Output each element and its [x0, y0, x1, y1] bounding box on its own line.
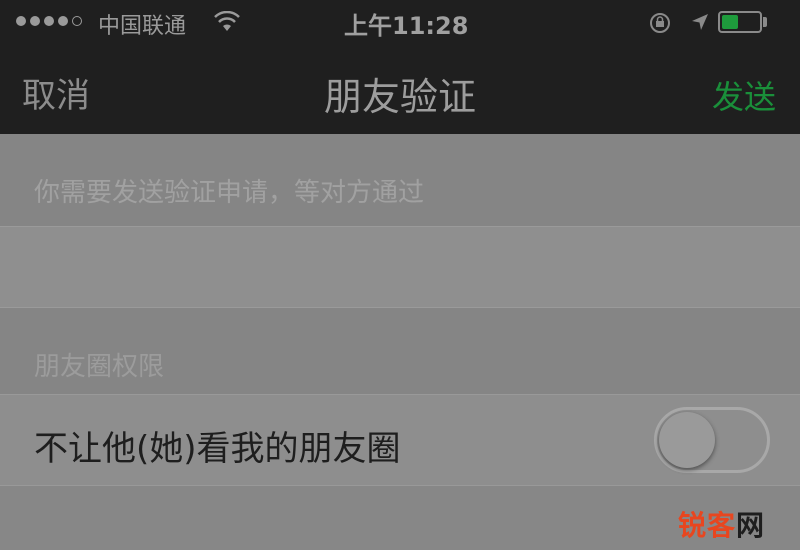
signal-dot: [44, 16, 54, 26]
hide-moments-label: 不让他(她)看我的朋友圈: [34, 429, 401, 469]
battery-icon: [718, 11, 762, 33]
watermark-main: 锐客: [678, 509, 737, 542]
moments-section-title: 朋友圈权限: [34, 352, 165, 382]
moments-permission-header: 朋友圈权限: [0, 330, 800, 394]
signal-dot: [16, 16, 26, 26]
navigation-bar: 取消 朋友验证 发送: [0, 46, 800, 134]
signal-dot: [58, 16, 68, 26]
friend-verification-screen: 中国联通 上午11:28 取消 朋友验证 发送 你需要发送验证申请，等对方通过: [0, 0, 800, 550]
status-bar: 中国联通 上午11:28: [0, 0, 800, 46]
page-title: 朋友验证: [323, 75, 476, 119]
cancel-button[interactable]: 取消: [22, 68, 90, 117]
signal-strength-icon: [16, 16, 82, 26]
verification-message-input[interactable]: [0, 226, 800, 308]
carrier-name: 中国联通: [98, 14, 187, 39]
signal-dot: [30, 16, 40, 26]
hide-moments-toggle[interactable]: [654, 407, 770, 473]
watermark-last: 网: [736, 509, 766, 542]
battery-level: [722, 15, 738, 29]
verification-hint: 你需要发送验证申请，等对方通过: [34, 178, 425, 208]
wifi-icon: [214, 11, 240, 31]
toggle-knob: [659, 412, 715, 468]
send-button[interactable]: 发送: [712, 72, 776, 118]
battery-cap: [763, 17, 767, 27]
hide-moments-row: 不让他(她)看我的朋友圈: [0, 394, 800, 486]
section-spacer: [0, 308, 800, 330]
status-time: 上午11:28: [344, 12, 469, 40]
lock-rotation-icon: [650, 13, 670, 33]
location-icon: [692, 14, 708, 30]
watermark: 锐客网: [678, 504, 765, 544]
signal-dot-empty: [72, 16, 82, 26]
verification-hint-section: 你需要发送验证申请，等对方通过: [0, 134, 800, 226]
